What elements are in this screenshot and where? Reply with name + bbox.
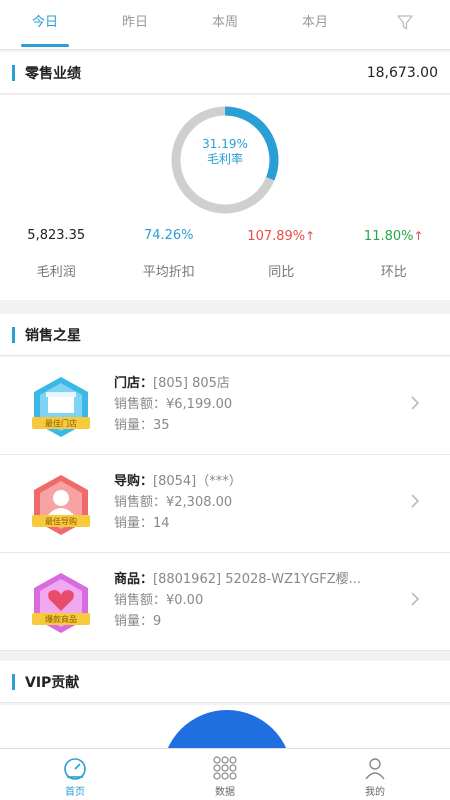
section-marker xyxy=(12,673,15,690)
up-arrow-icon: ↑ xyxy=(413,229,424,243)
vip-chart-circle xyxy=(162,710,292,750)
stat-value: 11.80%↑ xyxy=(363,229,424,244)
chevron-right-icon xyxy=(411,494,420,508)
stat-label: 环比 xyxy=(380,265,407,280)
stat-label: 平均折扣 xyxy=(142,265,195,280)
star-text: 门店：[805] 805店 销售额：¥6,199.00 销量：35 xyxy=(114,373,404,436)
stat-label: 同比 xyxy=(268,265,295,280)
filter-button[interactable] xyxy=(360,0,450,49)
item-amount: 销售额：¥6,199.00 xyxy=(114,397,233,412)
stat-label: 毛利润 xyxy=(36,265,76,280)
item-amount: 销售额：¥0.00 xyxy=(114,593,204,608)
best-guide-item[interactable]: 最佳导购 导购：[8054]（***） 销售额：¥2,308.00 销量：14 xyxy=(0,455,450,553)
nav-label: 数据 xyxy=(215,787,235,798)
star-text: 商品：[8801962] 52028-WZ1YGFZ樱... 销售额：¥0.00… xyxy=(114,569,404,632)
retail-performance-title: 零售业绩 xyxy=(25,65,81,82)
vip-header: VIP贡献 xyxy=(0,661,450,703)
star-text: 导购：[8054]（***） 销售额：¥2,308.00 销量：14 xyxy=(114,471,404,534)
best-guide-badge-icon: 最佳导购 xyxy=(32,475,90,535)
margin-rate-percent: 31.19% xyxy=(202,137,248,151)
chevron-right-icon xyxy=(411,592,420,606)
item-name: [8054]（***） xyxy=(153,474,242,489)
sales-star-header: 销售之星 xyxy=(0,314,450,356)
margin-rate-text: 31.19% 毛利率 xyxy=(170,137,280,167)
date-tabs: 今日 昨日 本周 本月 xyxy=(0,0,450,50)
nav-data[interactable]: 数据 xyxy=(150,749,300,800)
stat-mom: 11.80%↑ 环比 xyxy=(338,225,450,280)
tab-this-week[interactable]: 本周 xyxy=(180,0,270,49)
item-qty: 销量：14 xyxy=(114,516,170,531)
item-qty: 销量：9 xyxy=(114,614,162,629)
best-store-item[interactable]: 最佳门店 门店：[805] 805店 销售额：¥6,199.00 销量：35 xyxy=(0,357,450,455)
nav-label: 首页 xyxy=(65,787,85,798)
stats-row: 5,823.35 毛利润 74.26% 平均折扣 107.89%↑ 同比 11.… xyxy=(0,225,450,280)
tab-yesterday[interactable]: 昨日 xyxy=(90,0,180,49)
performance-panel: 31.19% 毛利率 5,823.35 毛利润 74.26% 平均折扣 107.… xyxy=(0,95,450,300)
badge-text: 最佳门店 xyxy=(45,418,77,428)
stat-value: 107.89%↑ xyxy=(247,229,316,244)
retail-total: 18,673.00 xyxy=(366,64,438,81)
item-kind: 门店： xyxy=(114,376,154,391)
hot-product-badge-icon: 爆款商品 xyxy=(32,573,90,633)
bottom-nav: 首页 数据 我的 xyxy=(0,748,450,800)
filter-icon xyxy=(397,15,413,30)
item-name: [805] 805店 xyxy=(153,376,230,391)
chevron-right-icon xyxy=(411,396,420,410)
nav-home[interactable]: 首页 xyxy=(0,749,150,800)
stat-yoy: 107.89%↑ 同比 xyxy=(225,225,338,280)
badge-text: 爆款商品 xyxy=(45,614,77,624)
up-arrow-icon: ↑ xyxy=(305,229,316,243)
hot-product-item[interactable]: 爆款商品 商品：[8801962] 52028-WZ1YGFZ樱... 销售额：… xyxy=(0,553,450,651)
grid-icon xyxy=(213,756,237,780)
item-name: [8801962] 52028-WZ1YGFZ樱... xyxy=(153,572,362,587)
stat-gross-profit: 5,823.35 毛利润 xyxy=(0,225,113,280)
badge-text: 最佳导购 xyxy=(45,516,77,526)
stat-value: 74.26% xyxy=(143,228,194,243)
tab-this-month[interactable]: 本月 xyxy=(270,0,360,49)
stat-avg-discount: 74.26% 平均折扣 xyxy=(113,225,226,280)
sales-star-list: 最佳门店 门店：[805] 805店 销售额：¥6,199.00 销量：35 最… xyxy=(0,357,450,651)
section-marker xyxy=(12,326,15,343)
nav-label: 我的 xyxy=(365,787,385,798)
vip-title: VIP贡献 xyxy=(25,674,80,691)
item-kind: 导购： xyxy=(114,474,154,489)
vip-chart-area xyxy=(0,705,450,750)
item-kind: 商品： xyxy=(114,572,154,587)
tab-today[interactable]: 今日 xyxy=(0,0,90,49)
retail-performance-header: 零售业绩 18,673.00 xyxy=(0,52,450,94)
best-store-badge-icon: 最佳门店 xyxy=(32,377,90,437)
sales-star-title: 销售之星 xyxy=(25,327,81,344)
section-marker xyxy=(12,64,15,81)
nav-mine[interactable]: 我的 xyxy=(300,749,450,800)
item-qty: 销量：35 xyxy=(114,418,170,433)
item-amount: 销售额：¥2,308.00 xyxy=(114,495,233,510)
user-icon xyxy=(365,758,385,780)
stat-value: 5,823.35 xyxy=(27,228,86,243)
margin-rate-label: 毛利率 xyxy=(206,152,243,166)
dashboard-icon xyxy=(64,758,86,780)
